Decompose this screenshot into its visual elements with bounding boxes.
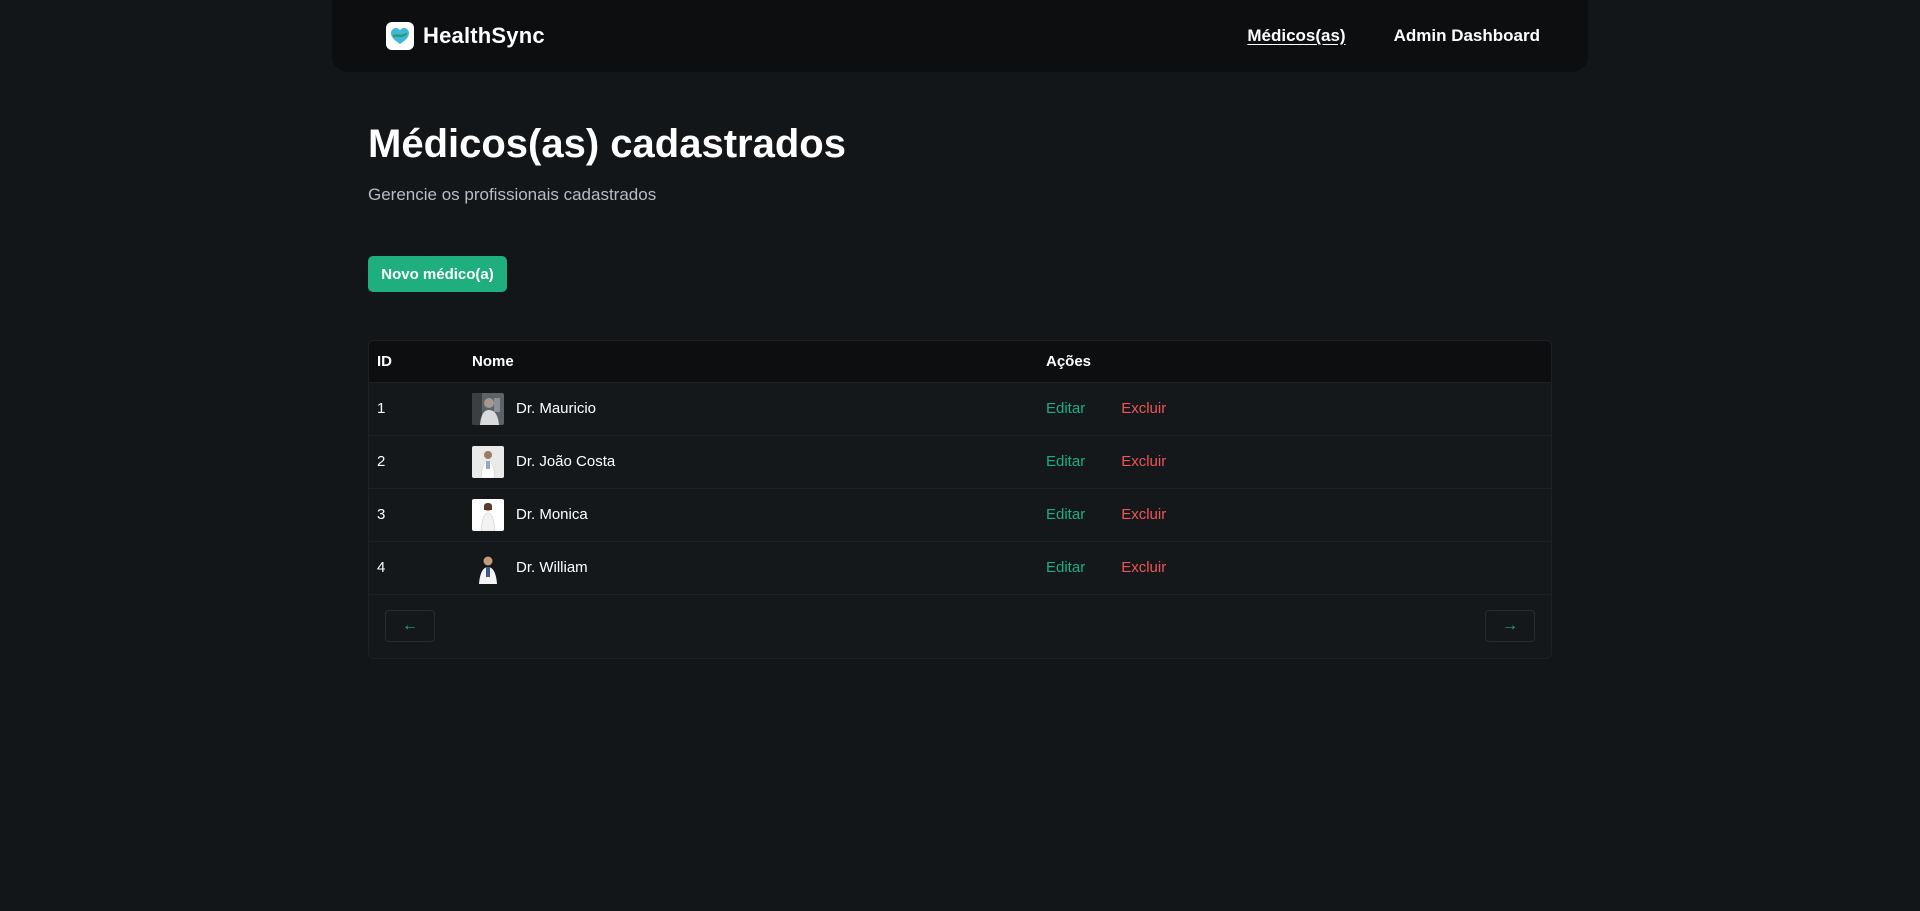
delete-link[interactable]: Excluir: [1121, 453, 1166, 470]
name-cell: Dr. William: [472, 551, 1030, 584]
avatar: [472, 392, 504, 425]
delete-link[interactable]: Excluir: [1121, 559, 1166, 576]
column-header-name: Nome: [472, 352, 514, 370]
doctor-name: Dr. William: [516, 559, 588, 576]
row-actions: Editar Excluir: [1046, 453, 1543, 470]
row-id: 1: [377, 400, 386, 417]
avatar: [472, 498, 504, 531]
column-header-actions: Ações: [1046, 352, 1092, 370]
doctors-table: ID Nome Ações 1 Dr. Mauricio Editar Excl…: [369, 341, 1551, 595]
delete-link[interactable]: Excluir: [1121, 400, 1166, 417]
pagination: ← →: [385, 610, 1535, 642]
name-cell: Dr. Monica: [472, 498, 1030, 531]
row-actions: Editar Excluir: [1046, 559, 1543, 576]
avatar: [472, 445, 504, 478]
nav-link-medicos[interactable]: Médicos(as): [1247, 26, 1345, 46]
row-name-cell: Dr. Monica: [464, 488, 1038, 541]
doctor-name: Dr. João Costa: [516, 453, 616, 470]
row-name-cell: Dr. William: [464, 541, 1038, 594]
brand-name: HealthSync: [423, 23, 545, 48]
edit-link[interactable]: Editar: [1046, 453, 1085, 470]
table-row: 1 Dr. Mauricio Editar Excluir: [369, 382, 1551, 435]
table-row: 4 Dr. William Editar Excluir: [369, 541, 1551, 594]
new-doctor-button[interactable]: Novo médico(a): [368, 256, 507, 292]
avatar: [472, 551, 504, 584]
row-actions-cell: Editar Excluir: [1038, 488, 1551, 541]
main-nav: Médicos(as) Admin Dashboard: [1247, 26, 1540, 46]
page-title: Médicos(as) cadastrados: [368, 122, 846, 166]
edit-link[interactable]: Editar: [1046, 559, 1085, 576]
edit-link[interactable]: Editar: [1046, 506, 1085, 523]
row-id: 3: [377, 506, 386, 523]
name-cell: Dr. Mauricio: [472, 392, 1030, 425]
healthsync-logo-icon: [386, 22, 414, 50]
arrow-left-icon: ←: [402, 617, 418, 634]
name-cell: Dr. João Costa: [472, 445, 1030, 478]
doctors-table-card: ID Nome Ações 1 Dr. Mauricio Editar Excl…: [368, 340, 1552, 659]
column-header-id: ID: [377, 352, 392, 370]
row-actions-cell: Editar Excluir: [1038, 541, 1551, 594]
brand-link[interactable]: HealthSync: [386, 22, 545, 50]
table-row: 3 Dr. Monica Editar Excluir: [369, 488, 1551, 541]
row-actions-cell: Editar Excluir: [1038, 435, 1551, 488]
delete-link[interactable]: Excluir: [1121, 506, 1166, 523]
top-navbar: HealthSync Médicos(as) Admin Dashboard: [332, 0, 1588, 72]
row-name-cell: Dr. Mauricio: [464, 382, 1038, 435]
previous-page-button[interactable]: ←: [385, 610, 435, 642]
next-page-button[interactable]: →: [1485, 610, 1535, 642]
table-header-row: ID Nome Ações: [369, 341, 1551, 382]
doctor-name: Dr. Monica: [516, 506, 588, 523]
nav-link-admin-dashboard[interactable]: Admin Dashboard: [1394, 26, 1540, 46]
row-actions: Editar Excluir: [1046, 400, 1543, 417]
row-actions-cell: Editar Excluir: [1038, 382, 1551, 435]
row-id: 2: [377, 453, 386, 470]
table-row: 2 Dr. João Costa Editar Excluir: [369, 435, 1551, 488]
row-name-cell: Dr. João Costa: [464, 435, 1038, 488]
row-actions: Editar Excluir: [1046, 506, 1543, 523]
edit-link[interactable]: Editar: [1046, 400, 1085, 417]
row-id: 4: [377, 559, 386, 576]
page-subtitle: Gerencie os profissionais cadastrados: [368, 185, 657, 204]
doctor-name: Dr. Mauricio: [516, 400, 597, 417]
arrow-right-icon: →: [1502, 617, 1518, 634]
